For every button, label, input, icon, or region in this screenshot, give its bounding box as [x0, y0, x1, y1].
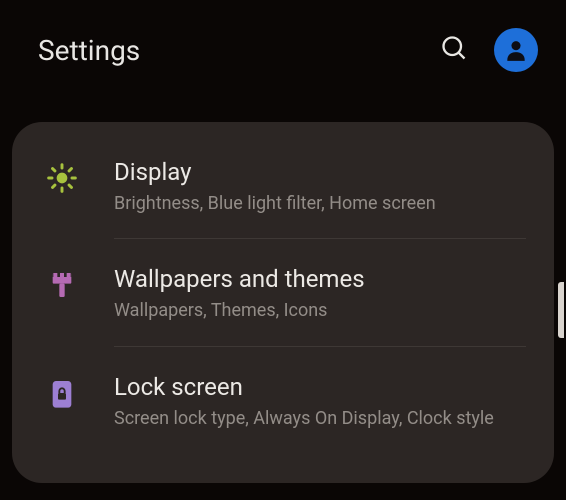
header-actions — [440, 28, 538, 72]
brush-icon — [42, 269, 82, 301]
list-text: Display Brightness, Blue light filter, H… — [114, 158, 526, 216]
list-item-wallpapers[interactable]: Wallpapers and themes Wallpapers, Themes… — [12, 239, 554, 345]
search-icon[interactable] — [440, 34, 468, 66]
page-title: Settings — [38, 34, 440, 67]
item-subtitle: Wallpapers, Themes, Icons — [114, 299, 526, 323]
account-icon[interactable] — [494, 28, 538, 72]
item-title: Wallpapers and themes — [114, 265, 526, 293]
item-title: Lock screen — [114, 373, 526, 401]
item-subtitle: Brightness, Blue light filter, Home scre… — [114, 192, 526, 216]
sun-icon — [42, 162, 82, 194]
list-item-lockscreen[interactable]: Lock screen Screen lock type, Always On … — [12, 347, 554, 453]
item-title: Display — [114, 158, 526, 186]
list-text: Lock screen Screen lock type, Always On … — [114, 373, 526, 431]
settings-card: Display Brightness, Blue light filter, H… — [12, 122, 554, 483]
item-subtitle: Screen lock type, Always On Display, Clo… — [114, 407, 526, 431]
settings-header: Settings — [0, 0, 566, 100]
list-text: Wallpapers and themes Wallpapers, Themes… — [114, 265, 526, 323]
lock-icon — [42, 377, 82, 409]
scroll-indicator[interactable] — [558, 282, 564, 338]
list-item-display[interactable]: Display Brightness, Blue light filter, H… — [12, 132, 554, 238]
